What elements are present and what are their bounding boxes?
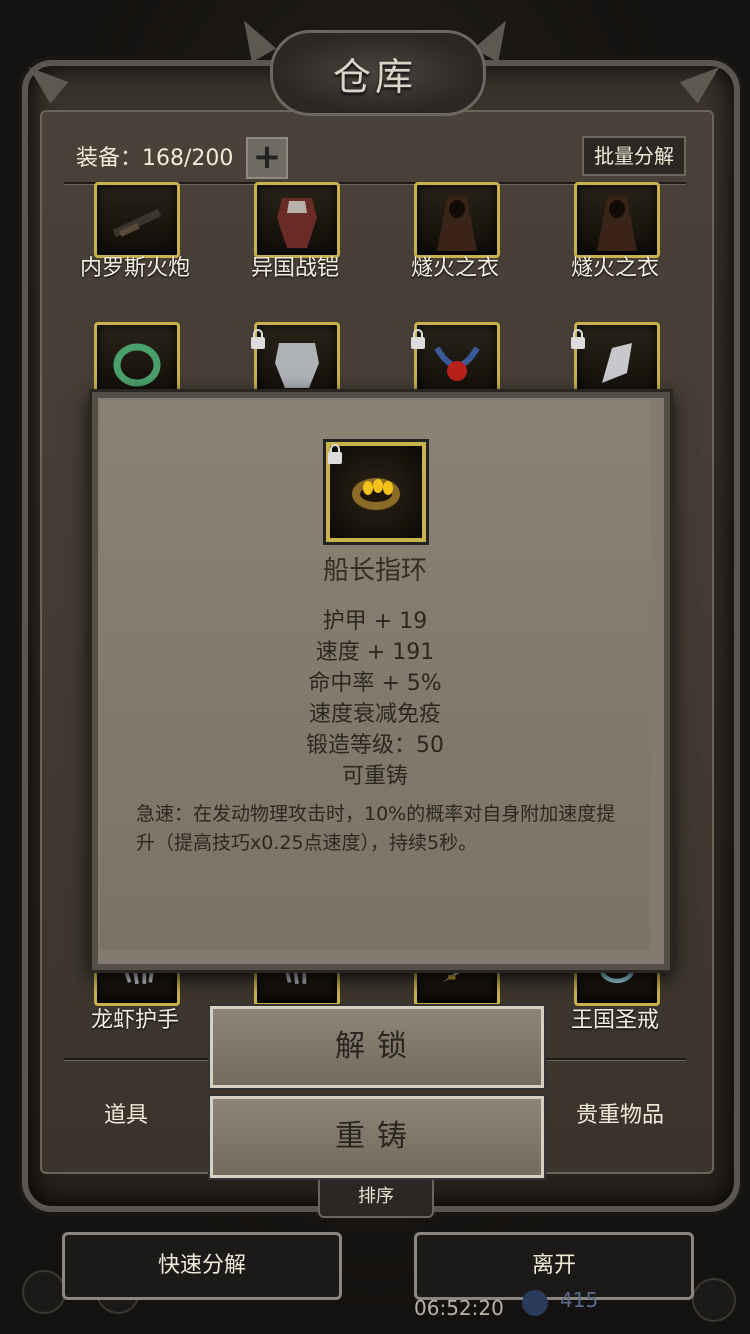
batch-decompose-button[interactable]: 批量分解 — [582, 136, 686, 176]
skill-description: 急速：在发动物理攻击时，10%的概率对自身附加速度提升（提高技巧x0.25点速度… — [136, 803, 616, 854]
item-label: 龙虾护手 — [90, 1008, 179, 1033]
armor-icon — [277, 198, 317, 248]
stat-line: 护甲 + 19 — [322, 609, 428, 634]
tab-valuables[interactable]: 贵重物品 — [576, 1097, 664, 1129]
item-label: 内罗斯火炮 — [79, 256, 190, 281]
lock-icon — [571, 329, 585, 349]
sort-button[interactable]: 排序 — [318, 1176, 434, 1218]
cloak-icon — [597, 195, 637, 251]
gear-icon[interactable] — [22, 1270, 66, 1314]
popup-item-slot — [323, 439, 429, 545]
item-label: 燧火之衣 — [570, 256, 659, 281]
tab-items[interactable]: 道具 — [104, 1097, 148, 1129]
shield-gem-icon — [522, 1290, 548, 1316]
item-label: 燧火之衣 — [410, 256, 499, 281]
quick-decompose-button[interactable]: 快速分解 — [62, 1232, 342, 1300]
stat-line: 锻造等级：50 — [306, 733, 444, 758]
item-label: 王国圣戒 — [570, 1008, 659, 1033]
unlock-button[interactable]: 解锁 — [210, 1006, 544, 1088]
item-slot[interactable] — [414, 182, 500, 258]
cloak-icon — [437, 195, 477, 251]
popup-item-name: 船长指环 — [322, 556, 427, 586]
stat-line: 速度衰减免疫 — [308, 702, 441, 727]
item-slot[interactable] — [94, 182, 180, 258]
equipment-count: 装备：168/200 — [76, 146, 234, 171]
gauntlet-icon — [602, 343, 632, 383]
item-label: 异国战铠 — [250, 256, 339, 281]
lock-icon — [328, 444, 342, 464]
clock-time: 06:52:20 — [414, 1296, 504, 1320]
add-icon[interactable] — [692, 1278, 736, 1322]
plus-icon: + — [252, 137, 282, 177]
stat-line: 可重铸 — [341, 764, 408, 789]
item-slot[interactable] — [574, 182, 660, 258]
cannon-icon — [112, 208, 162, 238]
window-title: 仓库 — [332, 55, 417, 99]
leave-button[interactable]: 离开 — [414, 1232, 694, 1300]
stat-line: 速度 + 191 — [315, 640, 435, 665]
lock-icon — [251, 329, 265, 349]
expand-capacity-button[interactable]: + — [246, 137, 288, 179]
gold-ring-icon — [352, 478, 400, 510]
lock-icon — [411, 329, 425, 349]
gem-count: 415 — [560, 1288, 599, 1312]
item-slot[interactable] — [254, 182, 340, 258]
reforge-button[interactable]: 重铸 — [210, 1096, 544, 1178]
amulet-icon — [434, 346, 480, 381]
ring-icon — [113, 343, 161, 387]
silver-armor-icon — [275, 343, 319, 388]
stat-line: 命中率 + 5% — [308, 671, 442, 696]
